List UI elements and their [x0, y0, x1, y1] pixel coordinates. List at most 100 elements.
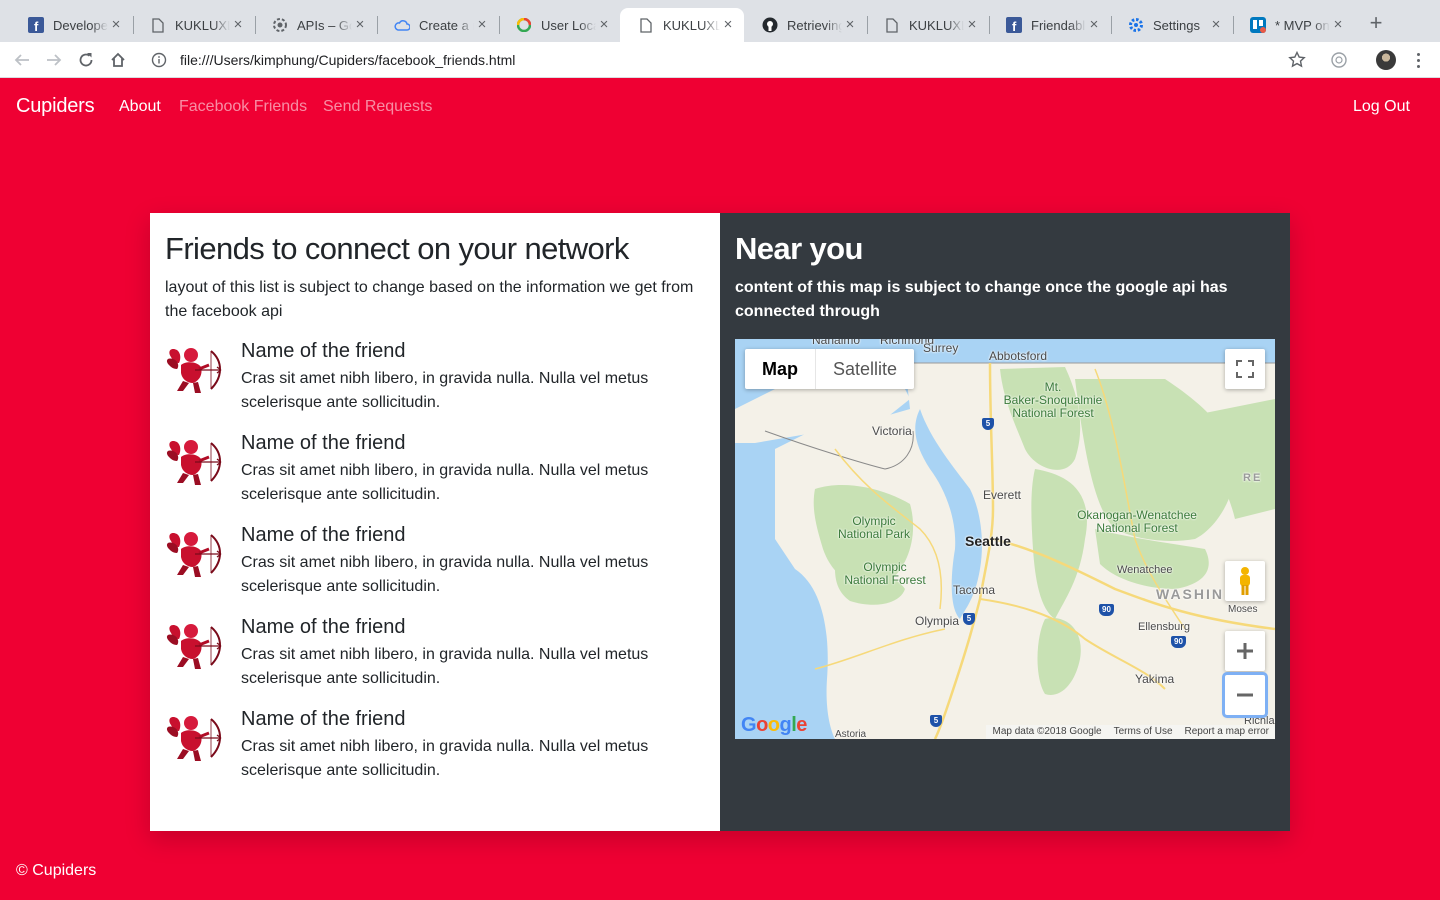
extension-icon[interactable]: [1330, 51, 1348, 74]
map-label: Nanaimo: [812, 339, 861, 347]
cupid-icon: [165, 345, 225, 395]
browser-tab[interactable]: APIs – Google ×: [254, 8, 376, 42]
zoom-out-button[interactable]: [1222, 672, 1268, 718]
friend-description: Cras sit amet nibh libero, in gravida nu…: [241, 554, 649, 595]
fullscreen-icon: [1236, 360, 1254, 378]
browser-tab[interactable]: * MVP on ×: [1232, 8, 1354, 42]
close-icon[interactable]: ×: [1330, 17, 1346, 33]
settings-icon: [1128, 17, 1144, 33]
main-card: Friends to connect on your network layou…: [150, 213, 1290, 831]
cloud-icon: [394, 17, 410, 33]
bookmark-star-icon[interactable]: [1288, 50, 1306, 74]
close-icon[interactable]: ×: [964, 17, 980, 33]
browser-tab[interactable]: Settings ×: [1110, 8, 1232, 42]
map-label: RE: [1243, 472, 1263, 484]
browser-tab[interactable]: KUKLUXLUX ×: [866, 8, 988, 42]
map-label: Ellensburg: [1138, 621, 1190, 633]
close-icon[interactable]: ×: [720, 17, 736, 33]
home-icon: [111, 52, 125, 67]
pegman-icon: [1240, 567, 1250, 595]
reload-button[interactable]: [76, 50, 96, 70]
google-logo-letter: o: [767, 714, 780, 736]
close-icon[interactable]: ×: [596, 17, 612, 33]
tab-title: KUKLUXLUX: [175, 17, 230, 33]
google-logo-letter: o: [756, 714, 768, 736]
browser-tab[interactable]: f Friendable ×: [988, 8, 1110, 42]
friend-name: Name of the friend: [241, 340, 406, 362]
nav-send-requests-link[interactable]: Send Requests: [323, 98, 432, 116]
browser-tab[interactable]: Retrieving ×: [744, 8, 866, 42]
tab-title: KUKLUXLUX: [663, 17, 720, 33]
close-icon[interactable]: ×: [230, 17, 246, 33]
friend-item[interactable]: Name of the friend Cras sit amet nibh li…: [165, 707, 705, 799]
friend-description: Cras sit amet nibh libero, in gravida nu…: [241, 646, 649, 687]
map-label: WASHIN: [1156, 586, 1224, 602]
report-map-error-link[interactable]: Report a map error: [1185, 725, 1269, 739]
tab-title: * MVP on: [1275, 17, 1330, 33]
info-icon[interactable]: [150, 51, 168, 69]
profile-avatar[interactable]: [1376, 50, 1396, 70]
map-label: Surrey: [923, 341, 959, 355]
friends-panel: Friends to connect on your network layou…: [150, 213, 720, 831]
friend-item[interactable]: Name of the friend Cras sit amet nibh li…: [165, 431, 705, 523]
close-icon[interactable]: ×: [842, 17, 858, 33]
map-lead: content of this map is subject to change…: [735, 279, 1228, 320]
tab-title: Settings: [1153, 17, 1200, 33]
friend-description: Cras sit amet nibh libero, in gravida nu…: [241, 738, 649, 779]
browser-toolbar: file:///Users/kimphung/Cupiders/facebook…: [0, 42, 1440, 78]
google-icon: [516, 17, 532, 33]
home-button[interactable]: [108, 50, 128, 70]
svg-text:f: f: [34, 19, 39, 33]
friend-item[interactable]: Name of the friend Cras sit amet nibh li…: [165, 523, 705, 615]
browser-tab-active[interactable]: KUKLUXLUX ×: [620, 8, 744, 42]
nav-about-link[interactable]: About: [119, 98, 161, 116]
close-icon[interactable]: ×: [352, 17, 368, 33]
browser-tab[interactable]: f Developers ×: [10, 8, 132, 42]
document-icon: [638, 17, 654, 33]
zoom-in-button[interactable]: [1225, 631, 1265, 671]
map-data-credit: Map data ©2018 Google: [992, 726, 1102, 737]
friend-item[interactable]: Name of the friend Cras sit amet nibh li…: [165, 339, 705, 431]
map-type-satellite-button[interactable]: Satellite: [815, 349, 914, 389]
browser-tab[interactable]: KUKLUXLUX ×: [132, 8, 254, 42]
menu-icon[interactable]: [1412, 50, 1424, 70]
interstate-shield: 5: [930, 715, 942, 727]
arrow-left-icon: [14, 54, 29, 66]
map-label: Mt. Baker-Snoqualmie National Forest: [997, 381, 1109, 420]
fullscreen-button[interactable]: [1225, 349, 1265, 389]
close-icon[interactable]: ×: [1086, 17, 1102, 33]
forward-button[interactable]: [44, 50, 64, 70]
map-label: Seattle: [965, 533, 1011, 549]
new-tab-button[interactable]: +: [1366, 12, 1386, 34]
browser-tab[interactable]: Create a new ×: [376, 8, 498, 42]
browser-tabstrip: f Developers × KUKLUXLUX × APIs – Google…: [0, 0, 1440, 42]
reload-icon: [79, 53, 93, 67]
map-label-line: National Forest: [844, 573, 926, 587]
logout-link[interactable]: Log Out: [1353, 98, 1410, 116]
map-label: Olympia: [915, 614, 960, 628]
google-logo-letter: G: [741, 714, 757, 736]
close-icon[interactable]: ×: [108, 17, 124, 33]
address-bar[interactable]: file:///Users/kimphung/Cupiders/facebook…: [140, 46, 1320, 74]
footer-copyright: © Cupiders: [16, 862, 97, 879]
document-icon: [884, 17, 900, 33]
google-logo[interactable]: Google: [741, 714, 807, 737]
cupid-icon: [165, 621, 225, 671]
close-icon[interactable]: ×: [474, 17, 490, 33]
brand-logo[interactable]: Cupiders: [16, 95, 95, 118]
map-label-line: National Park: [837, 527, 911, 541]
nav-facebook-friends-link[interactable]: Facebook Friends: [179, 98, 307, 116]
map-type-map-button[interactable]: Map: [745, 349, 815, 389]
cupid-icon: [165, 437, 225, 487]
interstate-shield: 90: [1171, 636, 1186, 648]
google-map[interactable]: Nanaimo Richmond Surrey Abbotsford Mt. B…: [735, 339, 1275, 739]
street-view-pegman[interactable]: [1225, 561, 1265, 601]
browser-tab[interactable]: User Location ×: [498, 8, 620, 42]
terms-of-use-link[interactable]: Terms of Use: [1114, 725, 1173, 739]
facebook-icon: f: [1006, 17, 1022, 33]
back-button[interactable]: [12, 50, 32, 70]
site-navbar: Cupiders About Facebook Friends Send Req…: [0, 78, 1440, 136]
document-icon: [150, 17, 166, 33]
close-icon[interactable]: ×: [1208, 17, 1224, 33]
friend-item[interactable]: Name of the friend Cras sit amet nibh li…: [165, 615, 705, 707]
